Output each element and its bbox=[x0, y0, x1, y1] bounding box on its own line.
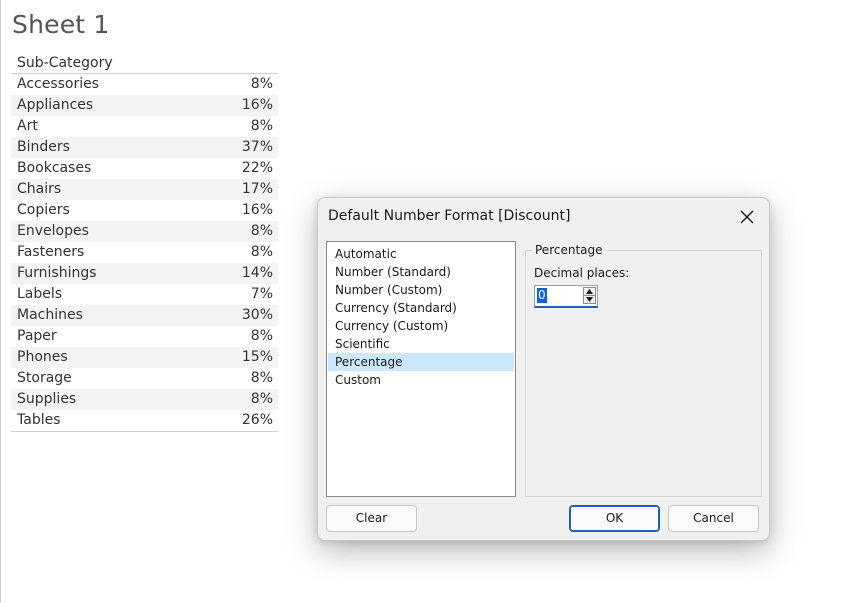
table-row[interactable]: Art 8% bbox=[11, 116, 278, 137]
row-label: Appliances bbox=[17, 97, 94, 113]
format-option-number-standard[interactable]: Number (Standard) bbox=[328, 263, 514, 281]
format-option-scientific[interactable]: Scientific bbox=[328, 335, 514, 353]
row-value: 37% bbox=[241, 139, 273, 155]
decimal-places-label: Decimal places: bbox=[534, 266, 630, 280]
table-row[interactable]: Fasteners 8% bbox=[11, 242, 278, 263]
table-row[interactable]: Labels 7% bbox=[11, 284, 278, 305]
row-label: Labels bbox=[17, 286, 63, 302]
table-row[interactable]: Furnishings 14% bbox=[11, 263, 278, 284]
table-row[interactable]: Envelopes 8% bbox=[11, 221, 278, 242]
clear-button[interactable]: Clear bbox=[326, 505, 417, 532]
row-value: 16% bbox=[241, 202, 273, 218]
row-label: Tables bbox=[17, 412, 61, 428]
arrow-up-icon bbox=[586, 289, 593, 294]
arrow-down-icon bbox=[586, 297, 593, 302]
close-icon bbox=[740, 210, 754, 224]
row-label: Copiers bbox=[17, 202, 70, 218]
format-option-currency-custom[interactable]: Currency (Custom) bbox=[328, 317, 514, 335]
window-left-edge bbox=[0, 0, 1, 603]
row-label: Bookcases bbox=[17, 160, 92, 176]
row-label: Furnishings bbox=[17, 265, 97, 281]
row-value: 14% bbox=[241, 265, 273, 281]
row-label: Chairs bbox=[17, 181, 62, 197]
row-value: 17% bbox=[241, 181, 273, 197]
stepper-buttons bbox=[583, 287, 596, 304]
table-row[interactable]: Tables 26% bbox=[11, 410, 278, 431]
format-option-automatic[interactable]: Automatic bbox=[328, 245, 514, 263]
table-row[interactable]: Binders 37% bbox=[11, 137, 278, 158]
table-row[interactable]: Machines 30% bbox=[11, 305, 278, 326]
row-value: 7% bbox=[250, 286, 273, 302]
format-option-currency-standard[interactable]: Currency (Standard) bbox=[328, 299, 514, 317]
row-label: Art bbox=[17, 118, 38, 134]
table-row[interactable]: Accessories 8% bbox=[11, 74, 278, 95]
default-number-format-dialog: Default Number Format [Discount] Automat… bbox=[317, 197, 770, 541]
close-button[interactable] bbox=[733, 204, 761, 230]
row-label: Phones bbox=[17, 349, 68, 365]
increment-button[interactable] bbox=[583, 287, 596, 295]
format-option-number-custom[interactable]: Number (Custom) bbox=[328, 281, 514, 299]
column-header-sub-category[interactable]: Sub-Category bbox=[11, 53, 278, 74]
row-label: Fasteners bbox=[17, 244, 85, 260]
table-row[interactable]: Chairs 17% bbox=[11, 179, 278, 200]
table-row[interactable]: Storage 8% bbox=[11, 368, 278, 389]
row-value: 26% bbox=[241, 412, 273, 428]
row-label: Paper bbox=[17, 328, 57, 344]
row-label: Binders bbox=[17, 139, 70, 155]
format-listbox[interactable]: Automatic Number (Standard) Number (Cust… bbox=[326, 241, 516, 497]
row-value: 16% bbox=[241, 97, 273, 113]
row-value: 8% bbox=[250, 391, 273, 407]
table-row[interactable]: Phones 15% bbox=[11, 347, 278, 368]
percentage-options-group: Percentage Decimal places: 0 bbox=[525, 243, 762, 497]
row-value: 8% bbox=[250, 118, 273, 134]
row-label: Envelopes bbox=[17, 223, 89, 239]
table-rows: Accessories 8% Appliances 16% Art 8% Binder… bbox=[11, 74, 278, 432]
row-value: 22% bbox=[241, 160, 273, 176]
row-label: Supplies bbox=[17, 391, 77, 407]
row-label: Accessories bbox=[17, 76, 100, 92]
decrement-button[interactable] bbox=[583, 295, 596, 304]
table-row[interactable]: Bookcases 22% bbox=[11, 158, 278, 179]
table-row[interactable]: Paper 8% bbox=[11, 326, 278, 347]
row-label: Machines bbox=[17, 307, 83, 323]
table-row[interactable]: Copiers 16% bbox=[11, 200, 278, 221]
format-option-custom[interactable]: Custom bbox=[328, 371, 514, 389]
row-value: 30% bbox=[241, 307, 273, 323]
row-label: Storage bbox=[17, 370, 72, 386]
dialog-title: Default Number Format [Discount] bbox=[328, 208, 571, 224]
crosstab-table: Sub-Category Accessories 8% Appliances 16%… bbox=[11, 53, 278, 432]
row-value: 8% bbox=[250, 76, 273, 92]
cancel-button[interactable]: Cancel bbox=[668, 505, 759, 532]
sheet-title: Sheet 1 bbox=[12, 10, 110, 39]
row-value: 8% bbox=[250, 244, 273, 260]
row-value: 8% bbox=[250, 370, 273, 386]
row-value: 15% bbox=[241, 349, 273, 365]
ok-button[interactable]: OK bbox=[569, 505, 660, 532]
decimal-places-stepper[interactable]: 0 bbox=[534, 285, 598, 308]
table-row[interactable]: Appliances 16% bbox=[11, 95, 278, 116]
group-label: Percentage bbox=[532, 243, 606, 257]
row-value: 8% bbox=[250, 223, 273, 239]
row-value: 8% bbox=[250, 328, 273, 344]
table-row[interactable]: Supplies 8% bbox=[11, 389, 278, 410]
format-option-percentage[interactable]: Percentage bbox=[328, 353, 514, 371]
decimal-places-input[interactable]: 0 bbox=[537, 288, 547, 303]
